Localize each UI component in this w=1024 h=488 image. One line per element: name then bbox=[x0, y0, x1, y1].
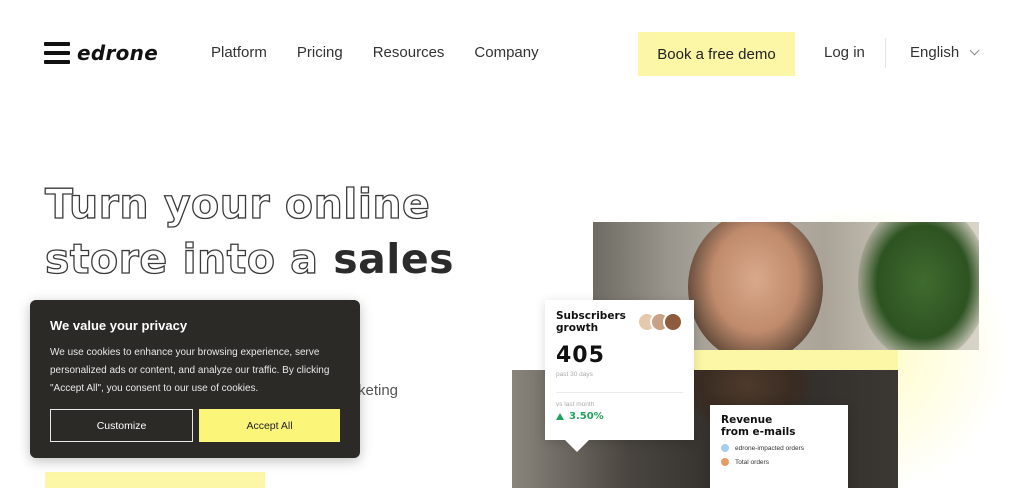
customize-button[interactable]: Customize bbox=[50, 409, 193, 442]
cookie-consent-banner: We value your privacy We use cookies to … bbox=[30, 300, 360, 458]
nav-pricing[interactable]: Pricing bbox=[297, 44, 343, 61]
site-header: edrone Platform Pricing Resources Compan… bbox=[0, 0, 1024, 105]
headline-line-2-solid: sales bbox=[333, 235, 455, 283]
header-divider bbox=[885, 38, 886, 68]
growth-indicator: 3.50% bbox=[556, 411, 683, 422]
legend-dot-icon bbox=[721, 458, 729, 466]
subscribers-growth-card: Subscribers growth 405 past 30 days vs l… bbox=[545, 300, 694, 452]
headline-line-2-outline: store into a bbox=[44, 234, 334, 283]
subscribers-period: past 30 days bbox=[556, 371, 593, 378]
legend-dot-icon bbox=[721, 444, 729, 452]
edrone-logo[interactable]: edrone bbox=[44, 41, 158, 65]
logo-text: edrone bbox=[77, 41, 159, 65]
avatar bbox=[663, 312, 683, 332]
plant-leaves bbox=[858, 222, 979, 350]
hero-cta-button[interactable] bbox=[45, 472, 265, 488]
login-link[interactable]: Log in bbox=[824, 44, 865, 61]
yellow-band bbox=[693, 350, 898, 370]
chevron-down-icon bbox=[969, 45, 980, 56]
book-demo-button[interactable]: Book a free demo bbox=[638, 32, 795, 76]
revenue-card: Revenue from e-mails edrone-impacted ord… bbox=[710, 405, 848, 488]
growth-value: 3.50% bbox=[569, 411, 604, 422]
hero-subtext-partial: keting bbox=[358, 382, 399, 399]
nav-platform[interactable]: Platform bbox=[211, 44, 267, 61]
language-selector[interactable]: English bbox=[910, 44, 980, 61]
legend-item-edrone: edrone-impacted orders bbox=[721, 444, 837, 452]
accept-all-button[interactable]: Accept All bbox=[199, 409, 340, 442]
hero-headline: Turn your online store into a sales bbox=[44, 177, 455, 287]
subscriber-avatars bbox=[637, 312, 683, 332]
main-nav: Platform Pricing Resources Company bbox=[211, 44, 539, 61]
cookie-body: We use cookies to enhance your browsing … bbox=[50, 347, 330, 394]
person-face bbox=[688, 222, 823, 350]
subscribers-compare: vs last month bbox=[556, 401, 595, 408]
logo-mark-icon bbox=[44, 42, 70, 64]
revenue-card-title: Revenue from e-mails bbox=[721, 414, 796, 438]
arrow-up-icon bbox=[556, 413, 564, 420]
nav-resources[interactable]: Resources bbox=[373, 44, 445, 61]
headline-line-1: Turn your online bbox=[44, 179, 431, 228]
language-label: English bbox=[910, 44, 960, 61]
legend-item-total: Total orders bbox=[721, 458, 837, 466]
nav-company[interactable]: Company bbox=[474, 44, 538, 61]
cookie-title: We value your privacy bbox=[50, 318, 188, 333]
card-divider bbox=[556, 392, 683, 393]
subscribers-value: 405 bbox=[556, 343, 605, 368]
